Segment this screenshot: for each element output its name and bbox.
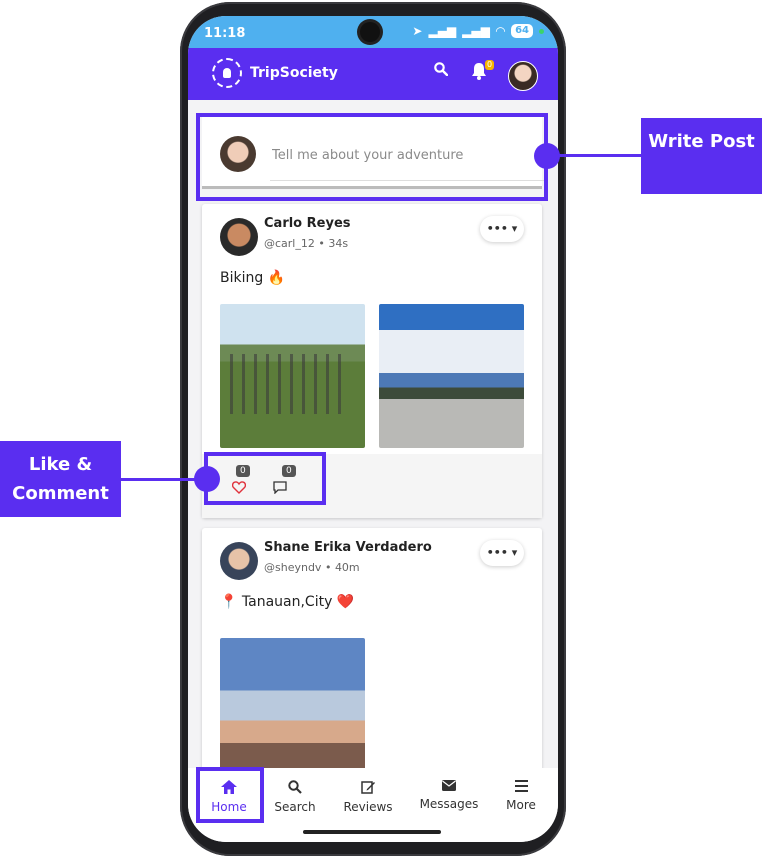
like-comment-connector-dot	[194, 466, 220, 492]
nav-messages-label: Messages	[419, 797, 479, 811]
nav-search[interactable]: Search	[260, 780, 330, 814]
write-post-connector-line	[556, 154, 642, 157]
post-author-name[interactable]: Shane Erika Verdadero	[264, 540, 432, 555]
post-options-button[interactable]: ••• ▾	[480, 540, 524, 566]
search-icon	[288, 780, 302, 794]
write-post-callout-text: Write Post	[648, 131, 755, 152]
privacy-dot-icon	[539, 28, 544, 34]
write-post-callout: Write Post	[641, 118, 762, 194]
signal-icon-2: ▂▄▆	[462, 24, 490, 38]
post-time: 40m	[334, 561, 360, 574]
post-options-button[interactable]: ••• ▾	[480, 216, 524, 242]
post-card: Shane Erika Verdadero @sheyndv • 40m •••…	[202, 528, 542, 768]
nav-more[interactable]: More	[486, 780, 556, 812]
post-meta: @sheyndv • 40m	[264, 561, 360, 574]
envelope-icon	[442, 780, 456, 791]
like-comment-callout: Like & Comment	[0, 441, 121, 517]
post-photo[interactable]	[220, 304, 365, 448]
search-icon[interactable]	[434, 62, 448, 76]
post-time: 34s	[328, 237, 349, 250]
status-icons: ➤ ▂▄▆ ▂▄▆ ◠ 64	[412, 24, 544, 38]
profile-avatar[interactable]	[508, 61, 538, 91]
home-indicator	[303, 830, 441, 834]
front-camera	[360, 22, 380, 42]
nav-reviews[interactable]: Reviews	[333, 780, 403, 814]
home-highlight	[196, 767, 264, 823]
post-author-avatar[interactable]	[220, 218, 258, 256]
post-photo[interactable]	[220, 638, 365, 768]
post-text: 📍 Tanauan,City ❤️	[220, 594, 355, 610]
status-time: 11:18	[204, 26, 246, 41]
battery-icon: 64	[511, 24, 533, 38]
nav-messages[interactable]: Messages	[414, 780, 484, 811]
app-header: TripSociety 0	[188, 48, 558, 100]
post-handle: @carl_12	[264, 237, 315, 250]
app-name[interactable]: TripSociety	[250, 65, 338, 81]
status-bar: 11:18 ➤ ▂▄▆ ▂▄▆ ◠ 64	[188, 16, 558, 48]
post-photo[interactable]	[379, 304, 524, 448]
trip-society-logo-icon[interactable]	[212, 58, 242, 88]
nav-reviews-label: Reviews	[343, 800, 393, 814]
post-meta: @carl_12 • 34s	[264, 237, 349, 250]
edit-icon	[360, 781, 375, 794]
notification-badge: 0	[485, 60, 495, 70]
post-author-avatar[interactable]	[220, 542, 258, 580]
menu-icon	[514, 780, 528, 792]
post-author-name[interactable]: Carlo Reyes	[264, 216, 351, 231]
post-handle: @sheyndv	[264, 561, 322, 574]
like-comment-highlight	[204, 452, 326, 505]
write-post-highlight	[196, 113, 548, 201]
like-comment-callout-text: Like & Comment	[12, 454, 109, 504]
nav-search-label: Search	[274, 800, 316, 814]
signal-icon: ▂▄▆	[428, 24, 457, 38]
post-text: Biking 🔥	[220, 270, 286, 286]
wifi-icon: ◠	[495, 24, 506, 38]
location-icon: ➤	[412, 24, 423, 38]
nav-more-label: More	[506, 798, 536, 812]
